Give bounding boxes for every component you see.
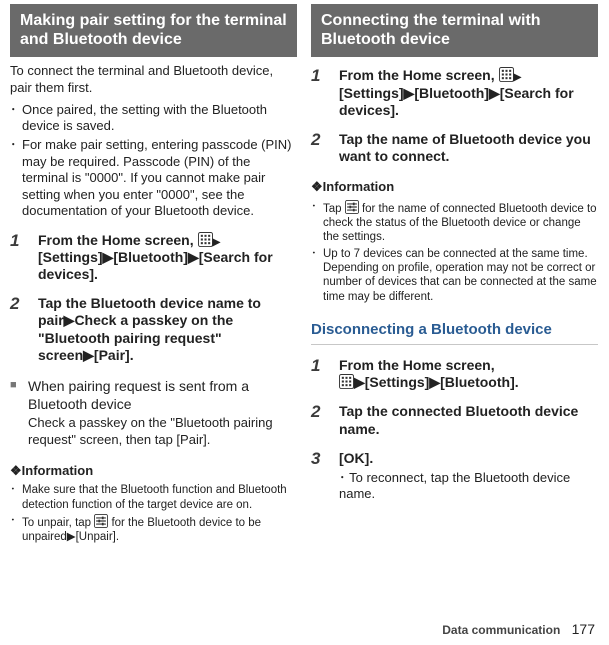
step-number: 1: [10, 232, 38, 283]
left-section-header: Making pair setting for the terminal and…: [10, 4, 297, 57]
bullet-dot-icon: ･: [10, 137, 22, 220]
step-body: From the Home screen, ▶ [Settings]▶[Blue…: [339, 67, 598, 118]
left-step-2: 2 Tap the Bluetooth device name to pair▶…: [10, 295, 297, 363]
disc-step-2: 2 Tap the connected Bluetooth device nam…: [311, 403, 598, 437]
right-section-header: Connecting the terminal with Bluetooth d…: [311, 4, 598, 57]
apps-grid-icon: [499, 67, 514, 82]
info-text: Up to 7 devices can be connected at the …: [323, 247, 598, 305]
bullet-item: ･ For make pair setting, entering passco…: [10, 137, 297, 220]
step-body: Tap the connected Bluetooth device name.: [339, 403, 598, 437]
right-column: Connecting the terminal with Bluetooth d…: [311, 4, 598, 547]
info-text: Make sure that the Bluetooth function an…: [22, 483, 297, 512]
disconnect-header: Disconnecting a Bluetooth device: [311, 320, 598, 345]
info-item: ･ Up to 7 devices can be connected at th…: [311, 247, 598, 305]
bullet-text: Once paired, the setting with the Blueto…: [22, 102, 297, 135]
bullet-dot-icon: ･: [10, 514, 22, 545]
info-text-post: for the name of connected Bluetooth devi…: [323, 203, 597, 244]
step-sub-text: To reconnect, tap the Bluetooth device n…: [339, 470, 570, 501]
step-text-post: ▶[Settings]▶[Bluetooth].: [354, 374, 519, 390]
triangle-icon: ▶: [213, 237, 221, 248]
sliders-icon: [94, 514, 108, 528]
left-intro: To connect the terminal and Bluetooth de…: [10, 63, 297, 96]
subsection-body: Check a passkey on the "Bluetooth pairin…: [28, 415, 297, 448]
step-body: Tap the name of Bluetooth device you wan…: [339, 131, 598, 165]
step-text-pre: From the Home screen,: [339, 357, 495, 373]
info-item: ･ To unpair, tap for the Bluetooth devic…: [10, 514, 297, 545]
info-text-pre: Tap: [323, 203, 345, 215]
step-text-post: [Settings]▶[Bluetooth]▶[Search for devic…: [339, 85, 574, 118]
left-column: Making pair setting for the terminal and…: [10, 4, 297, 547]
right-step-1: 1 From the Home screen, ▶ [Settings]▶[Bl…: [311, 67, 598, 118]
right-info-bullets: ･ Tap for the name of connected Bluetoot…: [311, 198, 598, 307]
step-text-pre: From the Home screen,: [339, 67, 499, 83]
step-number: 1: [311, 357, 339, 391]
step-number: 1: [311, 67, 339, 118]
page-footer: Data communication 177: [442, 621, 595, 639]
step-number: 2: [311, 131, 339, 165]
step-number: 3: [311, 450, 339, 502]
triangle-icon: ▶: [514, 72, 522, 83]
bullet-dot-icon: ･: [10, 102, 22, 135]
step-body: From the Home screen, ▶[Settings]▶[Bluet…: [339, 357, 598, 391]
right-info-header: ❖Information: [311, 179, 598, 196]
apps-grid-icon: [198, 232, 213, 247]
bullet-dot-icon: ･: [311, 247, 323, 305]
bullet-dot-icon: ･: [339, 470, 346, 485]
step-number: 2: [10, 295, 38, 363]
step-body: [OK]. ･ To reconnect, tap the Bluetooth …: [339, 450, 598, 502]
bullet-dot-icon: ･: [311, 200, 323, 245]
bullet-item: ･ Once paired, the setting with the Blue…: [10, 102, 297, 135]
step-body: From the Home screen, ▶ [Settings]▶[Blue…: [38, 232, 297, 283]
left-info-bullets: ･ Make sure that the Bluetooth function …: [10, 481, 297, 547]
subsection-title: When pairing request is sent from a Blue…: [28, 378, 297, 414]
apps-grid-icon: [339, 374, 354, 389]
left-subsection: ■ When pairing request is sent from a Bl…: [10, 378, 297, 449]
info-text: To unpair, tap for the Bluetooth device …: [22, 514, 297, 545]
square-bullet-icon: ■: [10, 378, 28, 449]
page-number: 177: [572, 621, 595, 637]
step-number: 2: [311, 403, 339, 437]
info-item: ･ Tap for the name of connected Bluetoot…: [311, 200, 598, 245]
bullet-dot-icon: ･: [10, 483, 22, 512]
info-item: ･ Make sure that the Bluetooth function …: [10, 483, 297, 512]
step-body: Tap the Bluetooth device name to pair▶Ch…: [38, 295, 297, 363]
disc-step-1: 1 From the Home screen, ▶[Settings]▶[Blu…: [311, 357, 598, 391]
step-text-post: [Settings]▶[Bluetooth]▶[Search for devic…: [38, 249, 273, 282]
left-step-1: 1 From the Home screen, ▶ [Settings]▶[Bl…: [10, 232, 297, 283]
info-text-pre: To unpair, tap: [22, 517, 94, 529]
info-text: Tap for the name of connected Bluetooth …: [323, 200, 598, 245]
right-step-2: 2 Tap the name of Bluetooth device you w…: [311, 131, 598, 165]
left-info-header: ❖Information: [10, 463, 297, 480]
step-text-pre: From the Home screen,: [38, 232, 198, 248]
sliders-icon: [345, 200, 359, 214]
left-bullets: ･ Once paired, the setting with the Blue…: [10, 100, 297, 222]
step-text: [OK].: [339, 450, 373, 466]
disc-step-3: 3 [OK]. ･ To reconnect, tap the Bluetoot…: [311, 450, 598, 502]
bullet-text: For make pair setting, entering passcode…: [22, 137, 297, 220]
footer-section: Data communication: [442, 623, 560, 637]
